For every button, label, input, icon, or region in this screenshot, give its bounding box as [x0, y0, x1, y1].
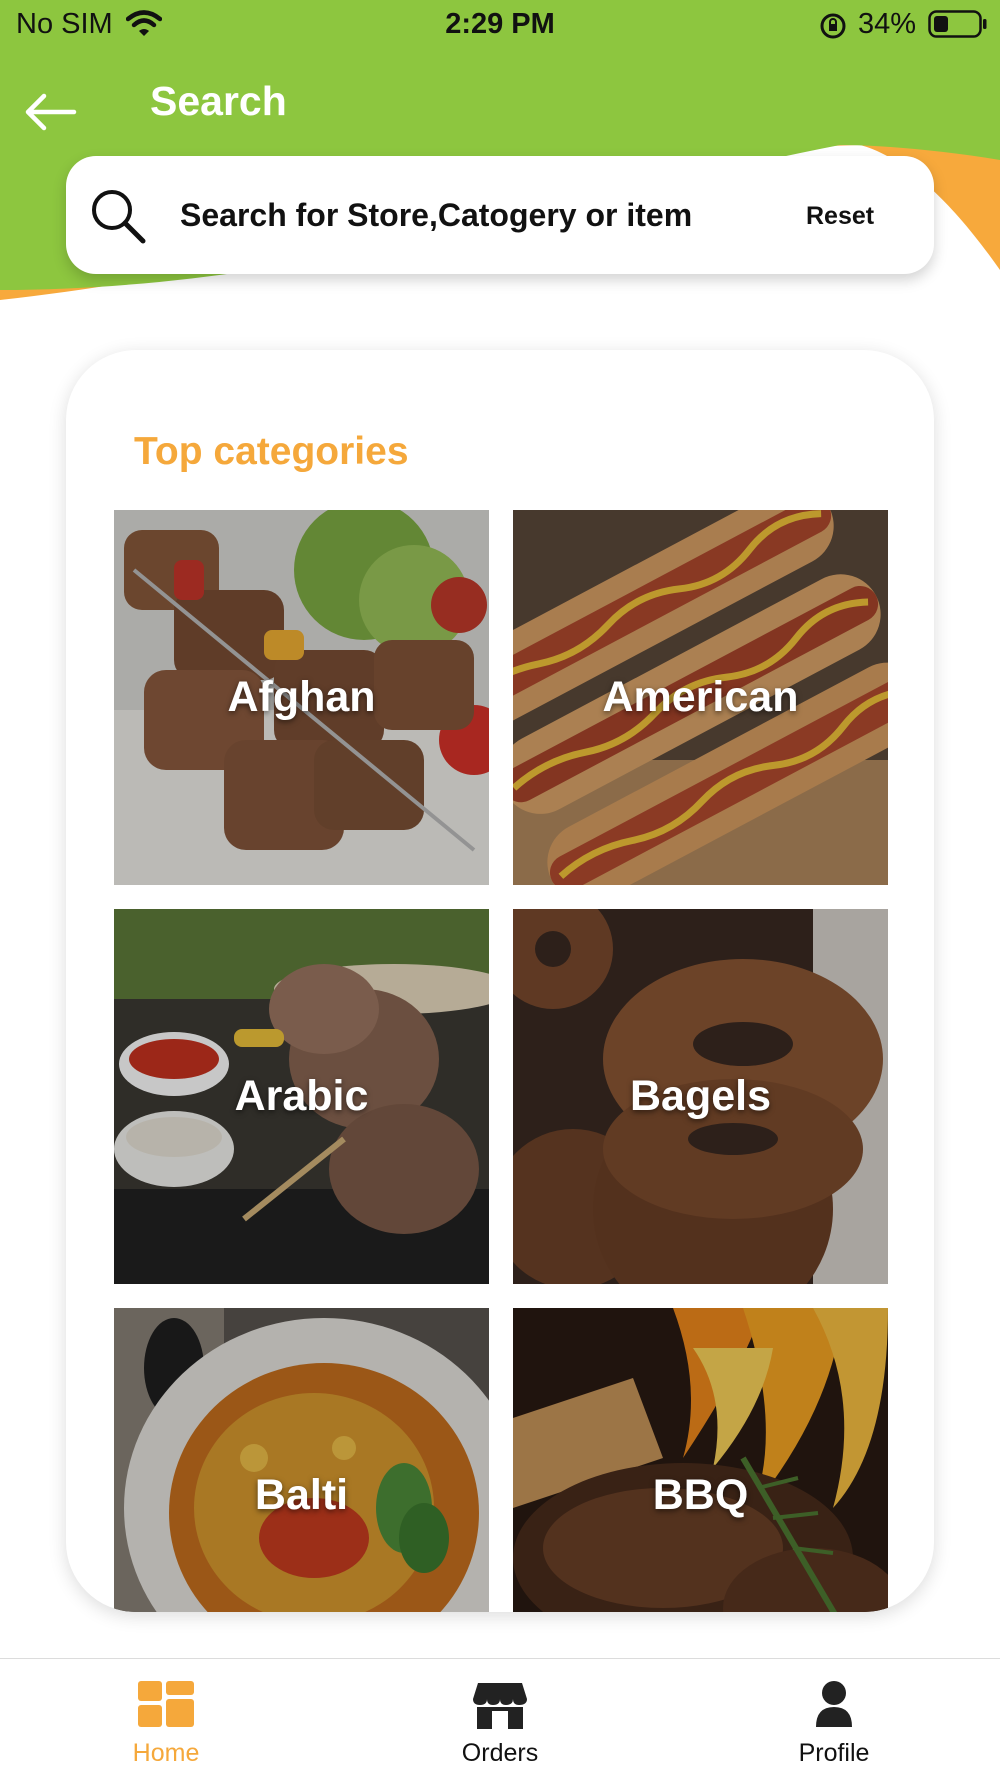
nav-label: Orders — [461, 1739, 539, 1767]
header: No SIM 2:29 PM 34% Search Search for Sto… — [0, 0, 1000, 310]
section-title: Top categories — [134, 430, 409, 473]
nav-item-home[interactable]: Home — [66, 1659, 266, 1778]
status-bar: No SIM 2:29 PM 34% — [0, 0, 1000, 52]
category-label: BBQ — [652, 1471, 749, 1519]
arrow-left-icon — [25, 93, 77, 131]
store-icon — [472, 1681, 528, 1736]
category-tile-afghan[interactable]: Afghan — [114, 510, 489, 885]
category-tile-arabic[interactable]: Arabic — [114, 909, 489, 1284]
nav-item-orders[interactable]: Orders — [400, 1659, 600, 1778]
category-label: Bagels — [629, 1072, 771, 1120]
category-tile-american[interactable]: American — [513, 510, 888, 885]
page-title: Search — [150, 78, 287, 124]
nav-label: Home — [132, 1739, 200, 1767]
battery-percentage: 34% — [858, 8, 917, 40]
category-tile-bagels[interactable]: Bagels — [513, 909, 888, 1284]
category-label: Afghan — [227, 673, 376, 721]
clock: 2:29 PM — [445, 8, 555, 40]
category-tile-bbq[interactable]: BBQ — [513, 1308, 888, 1612]
back-button[interactable] — [22, 84, 92, 140]
category-label: Arabic — [234, 1072, 369, 1120]
reset-button[interactable]: Reset — [806, 196, 906, 236]
dashboard-icon — [138, 1681, 194, 1732]
category-label: Balti — [254, 1471, 349, 1519]
person-icon — [806, 1681, 862, 1732]
battery-icon — [928, 10, 988, 43]
bottom-nav: Home Orders Profile — [0, 1658, 1000, 1778]
search-icon — [88, 186, 148, 251]
category-tile-balti[interactable]: Balti — [114, 1308, 489, 1612]
categories-card: Top categories Afghan American Arabic Ba… — [66, 350, 934, 1612]
rotation-lock-icon — [818, 11, 848, 46]
nav-item-profile[interactable]: Profile — [734, 1659, 934, 1778]
nav-label: Profile — [798, 1739, 870, 1767]
search-input[interactable] — [180, 190, 800, 240]
category-label: American — [602, 673, 799, 721]
search-bar: Reset — [66, 156, 934, 274]
